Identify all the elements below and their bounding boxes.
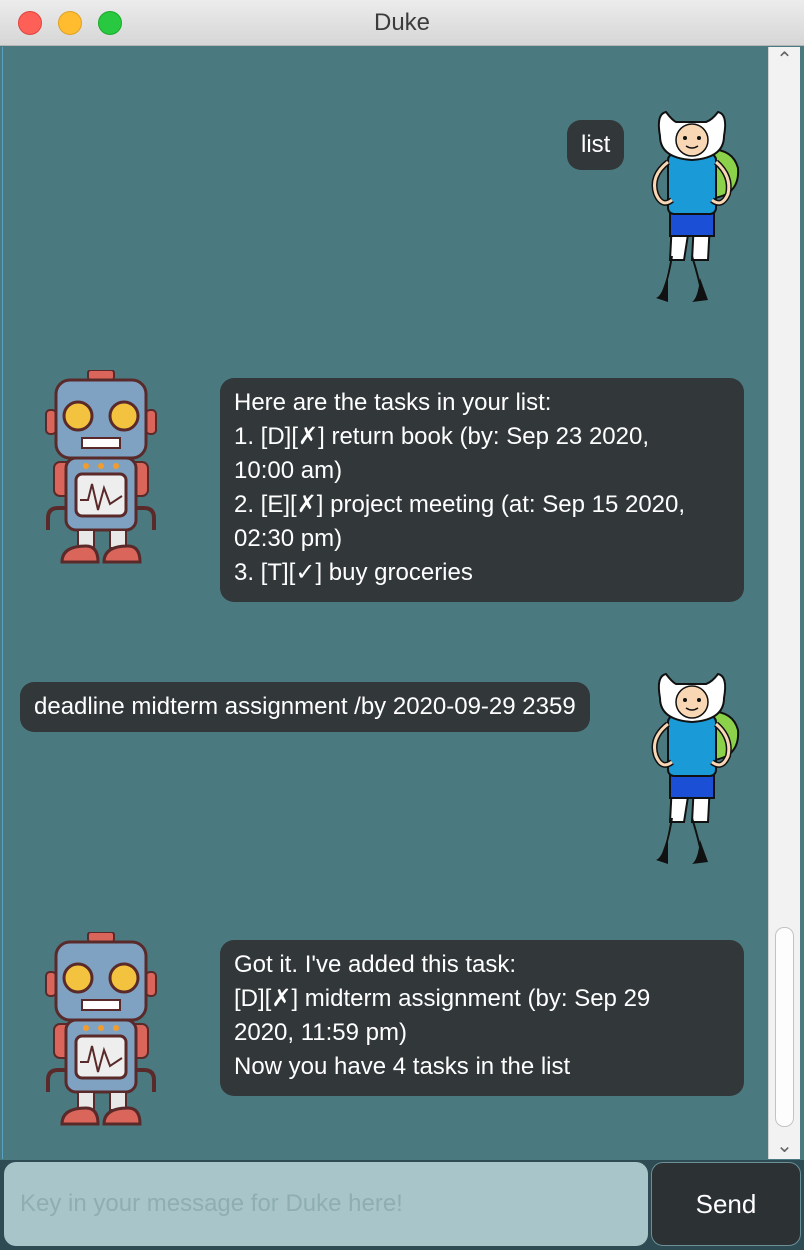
- user-message-bubble: list: [567, 120, 625, 170]
- message-line: 1. [D][✗] return book (by: Sep 23 2020,: [234, 423, 650, 450]
- message-line: Now you have 4 tasks in the list: [234, 1053, 571, 1080]
- duke-message-bubble: Got it. I've added this task: [D][✗] mid…: [220, 940, 744, 1096]
- chevron-down-icon[interactable]: ⌄: [769, 1133, 800, 1159]
- message-line: deadline midterm assignment /by 2020-09-…: [34, 693, 576, 720]
- window-title: Duke: [373, 9, 431, 36]
- message-input[interactable]: [4, 1162, 648, 1246]
- message-line: Got it. I've added this task:: [234, 951, 517, 978]
- message-line: list: [581, 131, 611, 158]
- send-button[interactable]: Send: [651, 1162, 801, 1246]
- chevron-up-icon[interactable]: ⌃: [769, 47, 800, 73]
- message-line: 02:30 pm): [234, 525, 343, 552]
- message-line: 2020, 11:59 pm): [234, 1019, 408, 1046]
- finn-avatar-icon: [632, 110, 752, 310]
- message-line: 3. [T][✓] buy groceries: [234, 559, 473, 586]
- duke-message-bubble: Here are the tasks in your list: 1. [D][…: [220, 378, 744, 602]
- message-line: 10:00 am): [234, 457, 343, 484]
- message-line: 2. [E][✗] project meeting (at: Sep 15 20…: [234, 491, 686, 518]
- finn-avatar-icon: [632, 672, 752, 872]
- robot-avatar-icon: [44, 370, 158, 564]
- vertical-scrollbar[interactable]: ⌃ ⌄: [768, 47, 800, 1159]
- scrollbar-thumb[interactable]: [775, 927, 794, 1127]
- robot-avatar-icon: [44, 932, 158, 1126]
- duke-window: Duke list Here are the tasks in your lis…: [0, 0, 804, 1250]
- message-line: [D][✗] midterm assignment (by: Sep 29: [234, 985, 651, 1012]
- user-message-bubble: deadline midterm assignment /by 2020-09-…: [20, 682, 590, 732]
- title-bar: Duke: [0, 0, 804, 46]
- message-line: Here are the tasks in your list:: [234, 389, 552, 416]
